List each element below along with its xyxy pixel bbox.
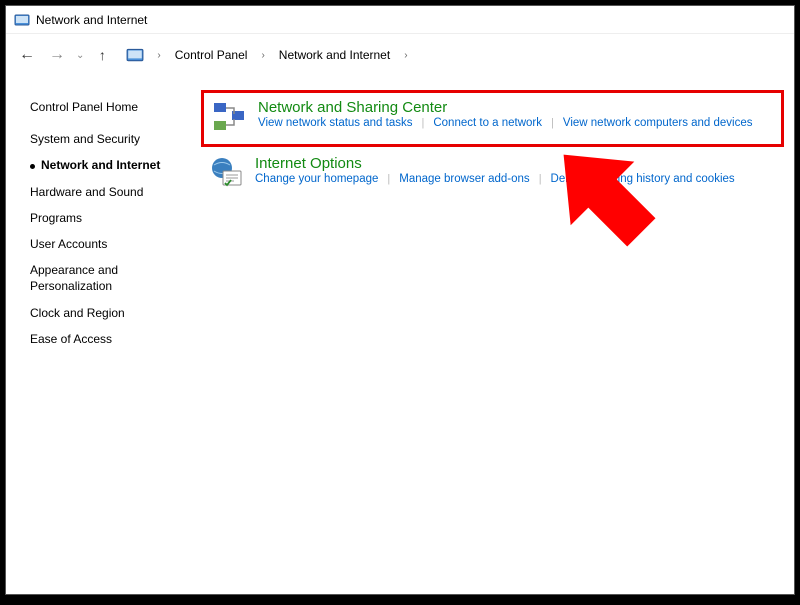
- back-button[interactable]: ←: [16, 46, 38, 64]
- category-network-sharing: Network and Sharing Center View network …: [201, 90, 784, 147]
- internet-options-icon: [209, 155, 245, 191]
- breadcrumb-item-0[interactable]: Control Panel: [172, 48, 251, 62]
- addressbar: ← → ⌄ ↑ › Control Panel › Network and In…: [6, 34, 794, 76]
- link-homepage[interactable]: Change your homepage: [255, 173, 378, 185]
- location-icon: [126, 46, 144, 64]
- link-sep: |: [551, 117, 554, 129]
- sidebar-home[interactable]: Control Panel Home: [30, 94, 201, 120]
- sidebar-item-clock[interactable]: Clock and Region: [30, 300, 201, 326]
- link-connect[interactable]: Connect to a network: [433, 117, 542, 129]
- link-view-status[interactable]: View network status and tasks: [258, 117, 412, 129]
- crumb-sep: ›: [154, 50, 163, 61]
- link-sep: |: [387, 173, 390, 185]
- sidebar-item-access[interactable]: Ease of Access: [30, 326, 201, 352]
- titlebar: Network and Internet: [6, 6, 794, 34]
- sidebar: Control Panel Home System and Security N…: [6, 76, 201, 594]
- category-body: Internet Options Change your homepage | …: [255, 155, 776, 191]
- category-links: Change your homepage | Manage browser ad…: [255, 173, 776, 185]
- category-body: Network and Sharing Center View network …: [258, 99, 773, 135]
- sidebar-item-network[interactable]: Network and Internet: [30, 152, 201, 178]
- sidebar-item-label: Appearance and Personalization: [30, 263, 118, 293]
- network-sharing-icon: [212, 99, 248, 135]
- category-links: View network status and tasks | Connect …: [258, 117, 773, 129]
- sidebar-item-label: Ease of Access: [30, 332, 112, 346]
- history-dropdown[interactable]: ⌄: [76, 50, 84, 61]
- window-title: Network and Internet: [36, 13, 147, 27]
- sidebar-item-label: Programs: [30, 211, 82, 225]
- sidebar-item-label: Clock and Region: [30, 306, 125, 320]
- up-button[interactable]: ↑: [92, 47, 112, 63]
- main-panel: Network and Sharing Center View network …: [201, 76, 794, 594]
- window: Network and Internet ← → ⌄ ↑ › Control P…: [5, 5, 795, 595]
- breadcrumb-item-1[interactable]: Network and Internet: [276, 48, 393, 62]
- category-internet-options: Internet Options Change your homepage | …: [201, 149, 784, 200]
- sidebar-item-programs[interactable]: Programs: [30, 205, 201, 231]
- control-panel-icon: [14, 12, 30, 28]
- crumb-sep: ›: [401, 50, 410, 61]
- sidebar-item-appearance[interactable]: Appearance and Personalization: [30, 257, 201, 299]
- sidebar-item-system[interactable]: System and Security: [30, 126, 201, 152]
- sidebar-item-label: Hardware and Sound: [30, 185, 143, 199]
- forward-button[interactable]: →: [46, 46, 68, 64]
- link-history[interactable]: Delete browsing history and cookies: [551, 173, 735, 185]
- link-addons[interactable]: Manage browser add-ons: [399, 173, 529, 185]
- crumb-sep: ›: [258, 50, 267, 61]
- category-title[interactable]: Internet Options: [255, 155, 776, 172]
- link-sep: |: [539, 173, 542, 185]
- content: Control Panel Home System and Security N…: [6, 76, 794, 594]
- link-sep: |: [421, 117, 424, 129]
- sidebar-item-hardware[interactable]: Hardware and Sound: [30, 179, 201, 205]
- sidebar-item-users[interactable]: User Accounts: [30, 231, 201, 257]
- sidebar-item-label: User Accounts: [30, 237, 107, 251]
- category-title[interactable]: Network and Sharing Center: [258, 99, 773, 116]
- bullet-icon: [30, 164, 35, 169]
- sidebar-item-label: System and Security: [30, 132, 140, 146]
- sidebar-item-label: Network and Internet: [41, 158, 160, 172]
- link-view-computers[interactable]: View network computers and devices: [563, 117, 753, 129]
